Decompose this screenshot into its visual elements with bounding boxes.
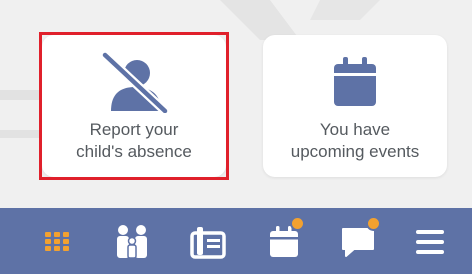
upcoming-events-label: You have upcoming events (270, 119, 440, 163)
nav-calendar-button[interactable] (264, 216, 305, 262)
nav-family-button[interactable] (112, 222, 152, 262)
calendar-notification-badge (290, 216, 305, 231)
report-absence-line1: Report your (89, 120, 179, 139)
nav-apps-button[interactable] (38, 222, 78, 262)
contact-book-icon (190, 227, 226, 259)
upcoming-events-card[interactable]: You have upcoming events (263, 35, 447, 177)
nav-menu-button[interactable] (410, 222, 450, 262)
person-off-icon (99, 51, 169, 113)
bottom-navigation (0, 208, 472, 274)
upcoming-events-line2: upcoming events (290, 142, 420, 161)
nav-directory-button[interactable] (188, 222, 228, 262)
report-absence-line2: child's absence (76, 142, 192, 161)
report-absence-label: Report your child's absence (49, 119, 219, 163)
messages-notification-badge (366, 216, 381, 231)
calendar-icon (330, 51, 380, 113)
upcoming-events-line1: You have (319, 120, 391, 139)
grid-icon (45, 232, 69, 251)
hamburger-icon (416, 230, 444, 254)
report-absence-card[interactable]: Report your child's absence (39, 32, 229, 180)
nav-messages-button[interactable] (338, 216, 381, 262)
family-icon (117, 225, 147, 259)
